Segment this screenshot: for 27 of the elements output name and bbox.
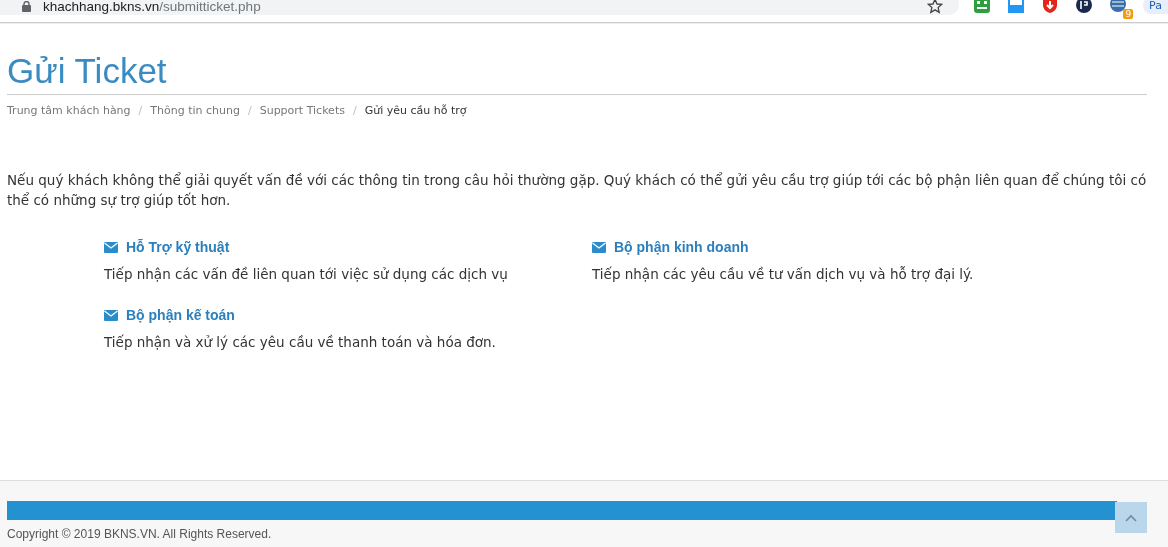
- shield-icon[interactable]: [1041, 0, 1060, 14]
- department-link[interactable]: Bộ phận kinh doanh: [614, 239, 749, 255]
- intro-text: Nếu quý khách không thể giải quyết vấn đề với các thông tin trong câu hỏi thường gặp. Quý khách có thể gửi yêu cầu trợ giúp tới các bộ phận liên quan để chúng tôi có thể có những sự trợ giúp tốt hơn.: [7, 171, 1147, 210]
- breadcrumb-separator: /: [138, 104, 143, 117]
- breadcrumb-item[interactable]: Support Tickets: [259, 104, 345, 117]
- department-link[interactable]: Hỗ Trợ kỹ thuật: [126, 239, 230, 255]
- extension-badge: 9: [1123, 9, 1134, 19]
- breadcrumb-item: Gửi yêu cầu hỗ trợ: [364, 104, 467, 117]
- star-icon[interactable]: [927, 0, 944, 14]
- breadcrumb-item[interactable]: Trung tâm khách hàng: [7, 104, 131, 117]
- profile-button[interactable]: Pa: [1143, 0, 1168, 14]
- copyright-text: Copyright © 2019 BKNS.VN. All Rights Reserved.: [7, 527, 273, 541]
- department-description: Tiếp nhận và xử lý các yêu cầu về thanh toán và hóa đơn.: [104, 334, 497, 350]
- envelope-icon: [592, 241, 606, 253]
- chevron-up-icon: [1125, 513, 1137, 522]
- breadcrumb-separator: /: [352, 104, 357, 117]
- envelope-icon: [104, 241, 118, 253]
- globe-icon[interactable]: [1109, 0, 1128, 13]
- extension-icon[interactable]: [1075, 0, 1094, 14]
- envelope-icon: [104, 309, 118, 321]
- page-title: Gửi Ticket: [7, 51, 1147, 95]
- department-description: Tiếp nhận các yêu cầu về tư vấn dịch vụ và hỗ trợ đại lý.: [592, 266, 975, 282]
- breadcrumb-item[interactable]: Thông tin chung: [150, 104, 240, 117]
- department-link[interactable]: Bộ phận kế toán: [126, 307, 235, 323]
- lock-icon: [22, 0, 31, 12]
- department-description: Tiếp nhận các vấn đề liên quan tới việc sử dụng các dịch vụ: [104, 266, 509, 282]
- breadcrumb-separator: /: [247, 104, 252, 117]
